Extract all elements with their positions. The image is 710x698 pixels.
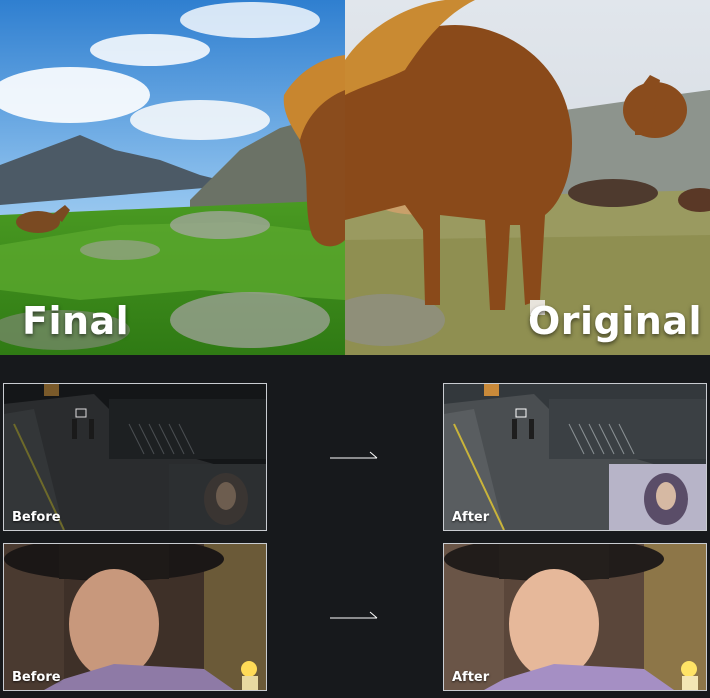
portrait-scene-after <box>444 544 706 690</box>
arrow-icon <box>330 611 380 625</box>
street-scene-before <box>4 384 266 530</box>
after-tag: After <box>452 670 490 685</box>
original-image: Original <box>345 0 710 355</box>
street-scene-after <box>444 384 706 530</box>
final-image: Final <box>0 0 345 355</box>
arrow-icon <box>330 451 380 465</box>
after-frame-portrait: After <box>443 543 707 691</box>
hero-comparison-image: Final Original <box>0 0 710 355</box>
before-tag: Before <box>12 670 61 685</box>
final-label: Final <box>22 299 130 343</box>
before-tag: Before <box>12 510 61 525</box>
original-label: Original <box>527 299 702 343</box>
after-tag: After <box>452 510 490 525</box>
before-frame-street: Before <box>3 383 267 531</box>
after-frame-street: After <box>443 383 707 531</box>
portrait-scene-before <box>4 544 266 690</box>
before-frame-portrait: Before <box>3 543 267 691</box>
